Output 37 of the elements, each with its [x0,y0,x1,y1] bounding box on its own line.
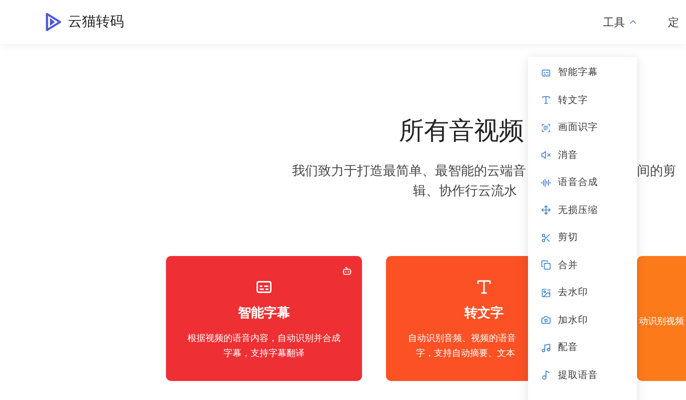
scissors-icon [541,232,551,243]
scan-text-icon [541,122,551,133]
nav-link[interactable]: 工具 [603,14,638,30]
dropdown-item[interactable]: 无损压缩 [528,196,637,224]
hero-subtitle: 间的剪 [637,163,677,181]
music-note-icon [541,370,551,380]
logo-icon [43,11,63,33]
text-icon [475,278,493,296]
copy-icon [541,260,551,270]
card-description: 动识别视频 [639,316,684,329]
arrows-icon [541,205,551,216]
card-description: 字，支持自动摘要、文本 [415,348,516,361]
hero-subtitle: 我们致力于打造最简单、最智能的云端音 [292,163,527,181]
text-icon [541,95,551,106]
nav-link[interactable]: 定 [668,14,679,30]
logo-text: 云猫转码 [68,13,124,31]
card-title: 转文字 [464,304,504,322]
dropdown-item[interactable]: 智能字幕 [528,59,637,86]
mute-icon [541,150,551,160]
hero-subtitle: 辑、协作行云流水 [413,184,517,199]
dropdown-item[interactable]: 语音合成 [528,169,637,196]
card-description: 根据视频的语音内容，自动识别并合成 [188,332,340,346]
captions-icon [541,68,551,78]
hero-title: 所有音视频 [399,116,524,146]
dropdown-item[interactable]: 剪切 [528,224,637,252]
card-description: 字幕，支持字幕翻译 [222,348,306,361]
camera-icon [541,315,551,326]
dropdown-item[interactable]: 消音 [528,142,637,169]
image-minus-icon [541,288,551,298]
card-title: 智能字幕 [238,304,290,322]
dropdown-item[interactable]: 转文字 [528,86,637,114]
feature-card[interactable]: 智能字幕 根据视频的语音内容，自动识别并合成 字幕，支持字幕翻译 [166,256,362,381]
music-note-icon [541,342,551,353]
audio-wave-icon [541,178,551,188]
captions-icon [255,278,273,296]
card-description: 自动识别音频、视频的语音 [408,332,516,346]
dropdown-item[interactable]: 画面识字 [528,114,637,142]
